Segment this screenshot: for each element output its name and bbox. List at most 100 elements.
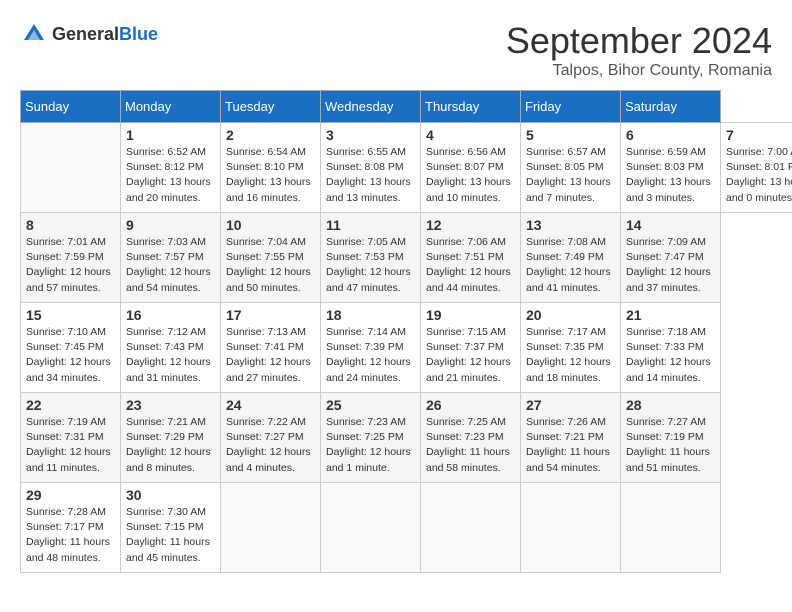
- day-number: 19: [426, 307, 515, 323]
- sunrise-time: Sunrise: 7:23 AM: [326, 416, 406, 428]
- sunset-time: Sunset: 8:12 PM: [126, 161, 204, 173]
- daylight-hours: Daylight: 12 hours and 11 minutes.: [26, 446, 111, 473]
- calendar-cell: 28 Sunrise: 7:27 AM Sunset: 7:19 PM Dayligh…: [621, 393, 721, 483]
- logo-general: General: [52, 24, 119, 44]
- sunset-time: Sunset: 8:07 PM: [426, 161, 504, 173]
- day-info: Sunrise: 7:22 AM Sunset: 7:27 PM Daylight:…: [226, 415, 315, 476]
- sunset-time: Sunset: 7:19 PM: [626, 431, 704, 443]
- day-number: 3: [326, 127, 415, 143]
- logo-icon: [20, 20, 48, 48]
- col-header-sunday: Sunday: [21, 91, 121, 123]
- sunset-time: Sunset: 7:53 PM: [326, 251, 404, 263]
- day-number: 10: [226, 217, 315, 233]
- day-number: 12: [426, 217, 515, 233]
- sunrise-time: Sunrise: 7:22 AM: [226, 416, 306, 428]
- daylight-hours: Daylight: 11 hours and 45 minutes.: [126, 536, 210, 563]
- daylight-hours: Daylight: 12 hours and 14 minutes.: [626, 356, 711, 383]
- day-info: Sunrise: 7:14 AMSunset: 7:39 PMDaylight:…: [326, 325, 415, 386]
- calendar-cell: 8Sunrise: 7:01 AMSunset: 7:59 PMDaylight…: [21, 213, 121, 303]
- day-number: 8: [26, 217, 115, 233]
- day-info: Sunrise: 6:56 AMSunset: 8:07 PMDaylight:…: [426, 145, 515, 206]
- sunrise-time: Sunrise: 7:19 AM: [26, 416, 106, 428]
- daylight-hours: Daylight: 13 hours and 20 minutes.: [126, 176, 211, 203]
- calendar-cell: 9Sunrise: 7:03 AMSunset: 7:57 PMDaylight…: [121, 213, 221, 303]
- calendar-week-row: 22Sunrise: 7:19 AMSunset: 7:31 PMDayligh…: [21, 393, 792, 483]
- calendar-cell: 22Sunrise: 7:19 AMSunset: 7:31 PMDayligh…: [21, 393, 121, 483]
- calendar-cell: [421, 483, 521, 573]
- calendar-cell: 10 Sunrise: 7:04 AMSunset: 7:55 PMDayligh…: [221, 213, 321, 303]
- logo-text: GeneralBlue: [52, 24, 158, 45]
- sunrise-time: Sunrise: 7:14 AM: [326, 326, 406, 338]
- day-info: Sunrise: 7:08 AMSunset: 7:49 PMDaylight:…: [526, 235, 615, 296]
- day-info: Sunrise: 7:09 AMSunset: 7:47 PMDaylight:…: [626, 235, 715, 296]
- col-header-tuesday: Tuesday: [221, 91, 321, 123]
- sunset-time: Sunset: 7:21 PM: [526, 431, 604, 443]
- day-info: Sunrise: 7:21 AMSunset: 7:29 PMDaylight:…: [126, 415, 215, 476]
- day-info: Sunrise: 7:27 AM Sunset: 7:19 PM Daylight:…: [626, 415, 715, 476]
- sunrise-time: Sunrise: 7:28 AM: [26, 506, 106, 518]
- day-number: 29: [26, 487, 115, 503]
- logo: GeneralBlue: [20, 20, 158, 48]
- calendar-cell: [21, 123, 121, 213]
- day-info: Sunrise: 7:17 AMSunset: 7:35 PMDaylight:…: [526, 325, 615, 386]
- day-number: 22: [26, 397, 115, 413]
- col-header-friday: Friday: [521, 91, 621, 123]
- daylight-hours: Daylight: 11 hours and 51 minutes.: [626, 446, 710, 473]
- sunset-time: Sunset: 7:59 PM: [26, 251, 104, 263]
- day-number: 6: [626, 127, 715, 143]
- day-info: Sunrise: 7:04 AMSunset: 7:55 PMDaylight:…: [226, 235, 315, 296]
- day-info: Sunrise: 7:10 AMSunset: 7:45 PMDaylight:…: [26, 325, 115, 386]
- calendar-week-row: 8 Sunrise: 7:01 AM Sunset: 7:59 PM Daylight…: [21, 213, 792, 303]
- daylight-hours: Daylight: 13 hours and 16 minutes.: [226, 176, 311, 203]
- daylight-hours: Daylight: 12 hours and 1 minute.: [326, 446, 411, 473]
- daylight-hours: Daylight: 12 hours and 24 minutes.: [326, 356, 411, 383]
- sunrise-time: Sunrise: 6:57 AM: [526, 146, 606, 158]
- day-info: Sunrise: 7:05 AMSunset: 7:53 PMDaylight:…: [326, 235, 415, 296]
- calendar-cell: 7Sunrise: 7:00 AMSunset: 8:01 PMDaylight…: [721, 123, 792, 213]
- day-number: 14: [626, 217, 715, 233]
- day-info: Sunrise: 7:03 AMSunset: 7:57 PMDaylight:…: [126, 235, 215, 296]
- daylight-hours: Daylight: 12 hours and 50 minutes.: [226, 266, 311, 293]
- calendar-cell: 24Sunrise: 7:22 AMSunset: 7:27 PMDayligh…: [221, 393, 321, 483]
- sunrise-time: Sunrise: 7:26 AM: [526, 416, 606, 428]
- day-info: Sunrise: 7:23 AM Sunset: 7:25 PM Daylight:…: [326, 415, 415, 476]
- sunrise-time: Sunrise: 6:59 AM: [626, 146, 706, 158]
- sunrise-time: Sunrise: 7:15 AM: [426, 326, 506, 338]
- daylight-hours: Daylight: 13 hours and 13 minutes.: [326, 176, 411, 203]
- sunrise-time: Sunrise: 7:09 AM: [626, 236, 706, 248]
- sunset-time: Sunset: 7:25 PM: [326, 431, 404, 443]
- calendar-cell: 17Sunrise: 7:13 AMSunset: 7:41 PMDayligh…: [221, 303, 321, 393]
- day-info: Sunrise: 7:18 AMSunset: 7:33 PMDaylight:…: [626, 325, 715, 386]
- sunrise-time: Sunrise: 7:12 AM: [126, 326, 206, 338]
- sunset-time: Sunset: 8:10 PM: [226, 161, 304, 173]
- day-info: Sunrise: 7:15 AMSunset: 7:37 PMDaylight:…: [426, 325, 515, 386]
- daylight-hours: Daylight: 12 hours and 4 minutes.: [226, 446, 311, 473]
- sunset-time: Sunset: 7:27 PM: [226, 431, 304, 443]
- col-header-monday: Monday: [121, 91, 221, 123]
- daylight-hours: Daylight: 12 hours and 21 minutes.: [426, 356, 511, 383]
- sunrise-time: Sunrise: 7:27 AM: [626, 416, 706, 428]
- sunset-time: Sunset: 7:29 PM: [126, 431, 204, 443]
- calendar-cell: 14 Sunrise: 7:09 AMSunset: 7:47 PMDayligh…: [621, 213, 721, 303]
- calendar-cell: [321, 483, 421, 573]
- daylight-hours: Daylight: 11 hours and 54 minutes.: [526, 446, 610, 473]
- sunrise-time: Sunrise: 7:18 AM: [626, 326, 706, 338]
- calendar-cell: 20Sunrise: 7:17 AMSunset: 7:35 PMDayligh…: [521, 303, 621, 393]
- sunset-time: Sunset: 7:57 PM: [126, 251, 204, 263]
- sunrise-time: Sunrise: 7:13 AM: [226, 326, 306, 338]
- sunrise-time: Sunrise: 7:01 AM: [26, 236, 106, 248]
- calendar-cell: 11Sunrise: 7:05 AMSunset: 7:53 PMDayligh…: [321, 213, 421, 303]
- day-info: Sunrise: 7:00 AMSunset: 8:01 PMDaylight:…: [726, 145, 792, 206]
- calendar-cell: 29Sunrise: 7:28 AMSunset: 7:17 PMDayligh…: [21, 483, 121, 573]
- daylight-hours: Daylight: 12 hours and 18 minutes.: [526, 356, 611, 383]
- daylight-hours: Daylight: 13 hours and 0 minutes.: [726, 176, 792, 203]
- day-number: 16: [126, 307, 215, 323]
- day-number: 4: [426, 127, 515, 143]
- sunrise-time: Sunrise: 7:25 AM: [426, 416, 506, 428]
- sunset-time: Sunset: 7:55 PM: [226, 251, 304, 263]
- day-number: 18: [326, 307, 415, 323]
- day-number: 28: [626, 397, 715, 413]
- sunset-time: Sunset: 7:41 PM: [226, 341, 304, 353]
- day-number: 21: [626, 307, 715, 323]
- calendar-cell: 30Sunrise: 7:30 AMSunset: 7:15 PMDayligh…: [121, 483, 221, 573]
